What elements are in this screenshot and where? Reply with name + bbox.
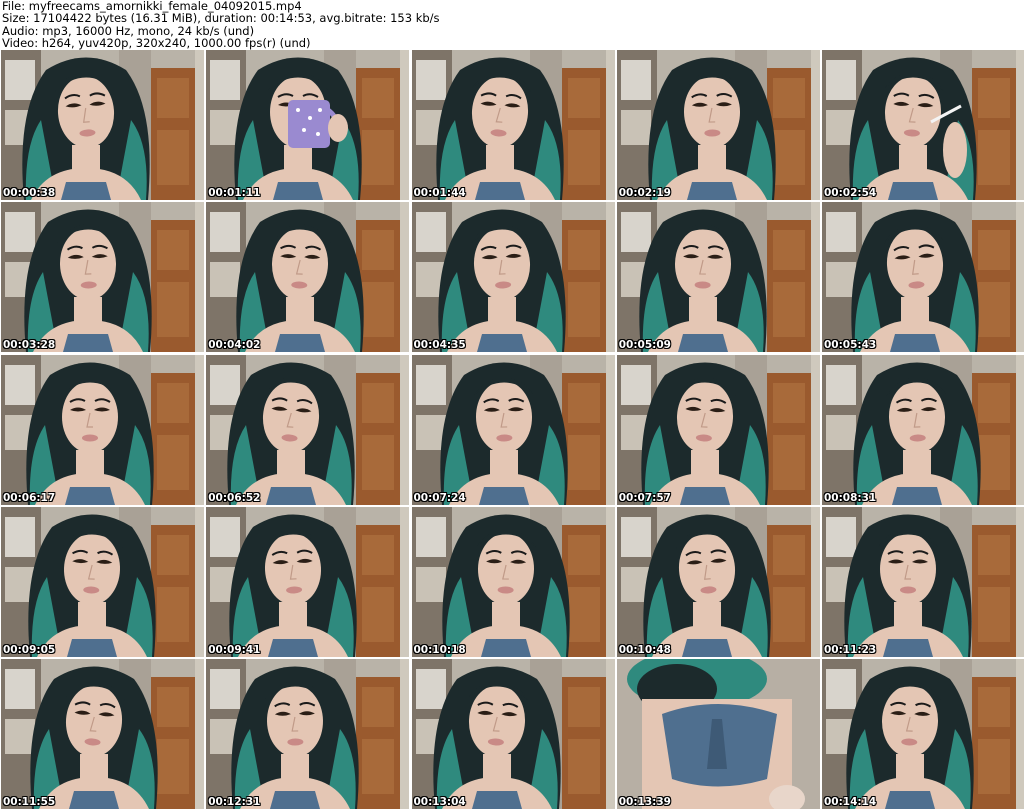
thumbnail-frame (822, 506, 1024, 657)
thumbnail-timestamp: 00:04:02 (208, 339, 261, 352)
thumbnail-frame (616, 202, 820, 353)
thumbnail-frame (206, 354, 410, 505)
thumbnail-timestamp: 00:14:14 (824, 796, 877, 808)
video-thumbnail: 00:07:24 (411, 354, 615, 505)
thumbnail-timestamp: 00:00:38 (3, 187, 56, 199)
thumbnail-frame (411, 506, 615, 657)
video-thumbnail: 00:13:04 (411, 659, 615, 809)
thumbnail-timestamp: 00:10:18 (413, 643, 466, 656)
thumbnail-frame (411, 50, 615, 200)
video-thumbnail: 00:13:39 (616, 659, 820, 809)
thumbnail-timestamp: 00:02:19 (618, 187, 671, 199)
video-thumbnail: 00:10:48 (616, 506, 820, 657)
video-thumbnail: 00:05:09 (616, 202, 820, 353)
thumbnail-timestamp: 00:13:39 (618, 796, 671, 808)
thumbnail-timestamp: 00:01:44 (413, 187, 466, 199)
thumbnail-timestamp: 00:09:41 (208, 643, 261, 656)
video-thumbnail: 00:01:44 (411, 50, 615, 200)
thumbnail-timestamp: 00:05:43 (824, 339, 877, 352)
thumbnail-timestamp: 00:08:31 (824, 491, 877, 504)
video-thumbnail: 00:11:23 (822, 506, 1024, 657)
thumbnail-frame (822, 354, 1024, 505)
thumbnail-frame (411, 354, 615, 505)
thumbnail-frame (1, 659, 204, 809)
thumbnail-timestamp: 00:11:23 (824, 643, 877, 656)
video-thumbnail: 00:12:31 (206, 659, 410, 809)
thumbnail-frame (206, 202, 410, 353)
thumbnail-frame (616, 506, 820, 657)
thumbnail-frame (822, 202, 1024, 353)
thumbnail-timestamp: 00:13:04 (413, 796, 466, 808)
thumbnail-frame (822, 659, 1024, 809)
thumbnail-frame (1, 506, 204, 657)
thumbnail-frame (1, 354, 204, 505)
thumbnail-frame (411, 202, 615, 353)
thumbnail-frame (822, 50, 1024, 200)
thumbnail-timestamp: 00:07:57 (618, 491, 671, 504)
video-thumbnail: 00:05:43 (822, 202, 1024, 353)
thumbnail-frame (616, 659, 820, 809)
thumbnail-timestamp: 00:01:11 (208, 187, 261, 199)
file-size-line: Size: 17104422 bytes (16.31 MiB), durati… (2, 11, 440, 26)
video-thumbnail: 00:08:31 (822, 354, 1024, 505)
thumbnail-timestamp: 00:02:54 (824, 187, 877, 199)
info-header: File: myfreecams_amornikki_female_040920… (2, 0, 1022, 50)
thumbnail-frame (1, 50, 204, 200)
thumbnail-timestamp: 00:06:17 (3, 491, 56, 504)
video-thumbnail: 00:14:14 (822, 659, 1024, 809)
thumbnail-frame (1, 202, 204, 353)
thumbnail-frame (206, 506, 410, 657)
thumbnail-frame (206, 659, 410, 809)
video-thumbnail: 00:09:05 (1, 506, 204, 657)
thumbnail-timestamp: 00:10:48 (618, 643, 671, 656)
video-thumbnail: 00:07:57 (616, 354, 820, 505)
thumbnail-frame (206, 50, 410, 200)
video-thumbnail: 00:09:41 (206, 506, 410, 657)
thumbnail-timestamp: 00:09:05 (3, 643, 56, 656)
video-thumbnail: 00:02:19 (616, 50, 820, 200)
thumbnail-timestamp: 00:04:35 (413, 339, 466, 352)
thumbnail-frame (616, 354, 820, 505)
video-thumbnail: 00:02:54 (822, 50, 1024, 200)
thumbnail-timestamp: 00:11:55 (3, 796, 56, 808)
video-thumbnail: 00:06:17 (1, 354, 204, 505)
video-thumbnail: 00:06:52 (206, 354, 410, 505)
video-thumbnail: 00:04:02 (206, 202, 410, 353)
thumbnail-grid: 00:00:38 00:01:11 00:01:44 00:02:19 00:02:54… (0, 50, 1024, 811)
thumbnail-timestamp: 00:05:09 (618, 339, 671, 352)
thumbnail-timestamp: 00:06:52 (208, 491, 261, 504)
video-thumbnail: 00:01:11 (206, 50, 410, 200)
thumbnail-timestamp: 00:12:31 (208, 796, 261, 808)
thumbnail-frame (616, 50, 820, 200)
video-thumbnail: 00:11:55 (1, 659, 204, 809)
thumbnail-frame (411, 659, 615, 809)
video-thumbnail: 00:00:38 (1, 50, 204, 200)
video-thumbnail: 00:03:28 (1, 202, 204, 353)
video-thumbnail: 00:04:35 (411, 202, 615, 353)
video-info-line: Video: h264, yuv420p, 320x240, 1000.00 f… (2, 35, 311, 50)
thumbnail-timestamp: 00:03:28 (3, 339, 56, 352)
thumbnail-timestamp: 00:07:24 (413, 491, 466, 504)
video-thumbnail: 00:10:18 (411, 506, 615, 657)
